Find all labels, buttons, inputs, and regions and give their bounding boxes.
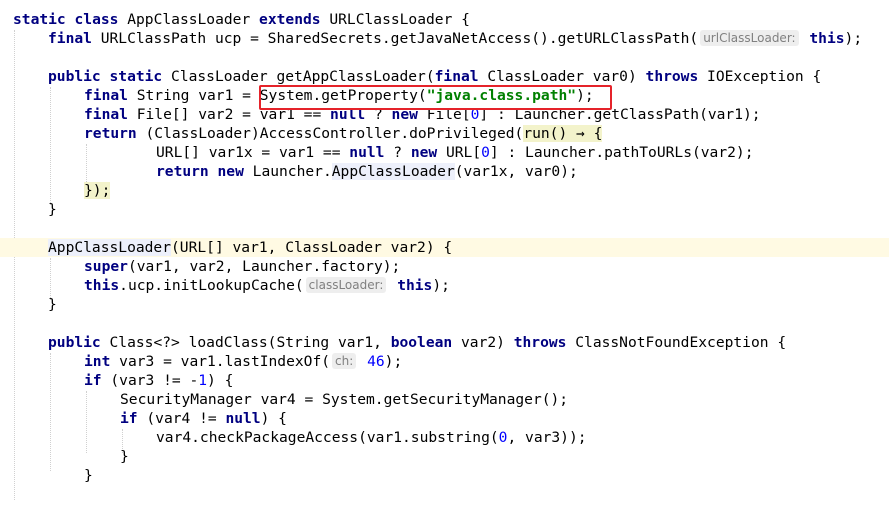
code-line-10: }); — [0, 181, 889, 200]
code-text: } — [120, 448, 129, 465]
number-literal: 0 — [481, 144, 490, 161]
code-line-20: if (var3 != -1) { — [0, 371, 889, 390]
code-line-14: super(var1, var2, Launcher.factory); — [0, 257, 889, 276]
code-text: URLClassPath ucp = SharedSecrets.getJava… — [100, 30, 699, 47]
keyword: final — [84, 106, 128, 123]
keyword: throws — [645, 68, 699, 85]
code-text: .ucp.initLookupCache( — [119, 277, 304, 294]
code-text: ClassNotFoundException { — [575, 334, 787, 351]
code-text: URL[] var1x = var1 == — [156, 144, 350, 161]
code-text: (ClassLoader)AccessController.doPrivileg… — [145, 125, 524, 142]
keyword: null — [349, 144, 385, 161]
code-line-1: static class AppClassLoader extends URLC… — [0, 10, 889, 29]
code-text: (var1, var2, Launcher.factory); — [127, 258, 401, 275]
code-text: } — [48, 201, 57, 218]
keyword: new — [410, 144, 438, 161]
keyword: public — [48, 334, 101, 351]
keyword: return — [156, 163, 209, 180]
code-line-24: } — [0, 447, 889, 466]
keyword: this — [84, 277, 120, 294]
code-text: ? — [384, 144, 411, 161]
code-line-13-current: AppClassLoader(URL[] var1, ClassLoader v… — [0, 238, 889, 257]
code-line-2: final URLClassPath ucp = SharedSecrets.g… — [0, 29, 889, 48]
code-line-25: } — [0, 466, 889, 485]
appclassloader-reference[interactable]: AppClassLoader — [331, 163, 455, 180]
code-text: Launcher. — [243, 163, 332, 180]
code-text: ); — [844, 30, 863, 47]
code-text: Class<?> loadClass(String var1, — [109, 334, 391, 351]
code-line-15: this.ucp.initLookupCache(classLoader: th… — [0, 276, 889, 295]
code-line-21: SecurityManager var4 = System.getSecurit… — [0, 390, 889, 409]
keyword: super — [84, 258, 128, 275]
keyword: final — [84, 87, 128, 104]
code-line-23: var4.checkPackageAccess(var1.substring(0… — [0, 428, 889, 447]
lambda-run[interactable]: run() → { — [523, 125, 603, 142]
code-line-18: public Class<?> loadClass(String var1, b… — [0, 333, 889, 352]
code-text: var2) — [461, 334, 505, 351]
keyword: null — [225, 410, 261, 427]
code-text: IOException { — [707, 68, 822, 85]
keyword: throws — [513, 334, 567, 351]
keyword: static class — [13, 11, 119, 28]
code-line-8: URL[] var1x = var1 == null ? new URL[0] … — [0, 143, 889, 162]
number-literal: 1 — [198, 372, 208, 389]
code-text: , var3)); — [507, 429, 587, 446]
code-line-22: if (var4 != null) { — [0, 409, 889, 428]
keyword: boolean — [390, 334, 453, 351]
keyword: extends — [259, 11, 321, 28]
keyword: int — [84, 353, 111, 370]
keyword: if — [84, 372, 102, 389]
code-text: (var1x, var0); — [454, 163, 578, 180]
code-line-16: } — [0, 295, 889, 314]
keyword: this — [397, 277, 433, 294]
code-text: } — [84, 467, 93, 484]
code-text: var3 = var1.lastIndexOf( — [119, 353, 331, 370]
code-text: } — [48, 296, 57, 313]
code-line-19: int var3 = var1.lastIndexOf(ch: 46); — [0, 352, 889, 371]
code-text: String var1 = — [136, 87, 260, 104]
number-literal: 46 — [367, 353, 385, 370]
code-line-4: public static ClassLoader getAppClassLoa… — [0, 67, 889, 86]
keyword: final — [48, 30, 92, 47]
code-editor[interactable]: static class AppClassLoader extends URLC… — [0, 0, 889, 506]
keyword: public static — [48, 68, 163, 85]
parameter-hint: classLoader: — [305, 277, 387, 293]
parameter-hint: urlClassLoader: — [700, 30, 799, 46]
code-text: (var3 != - — [110, 372, 199, 389]
code-text: (URL[] var1, ClassLoader var2) { — [171, 239, 453, 256]
code-text: ClassLoader getAppClassLoader( — [171, 68, 435, 85]
code-text: var4.checkPackageAccess(var1.substring( — [156, 429, 499, 446]
code-text: ); — [384, 353, 403, 370]
keyword: new — [217, 163, 244, 180]
code-line-11: } — [0, 200, 889, 219]
keyword: this — [809, 30, 845, 47]
keyword: return — [84, 125, 137, 142]
code-line-7: return (ClassLoader)AccessController.doP… — [0, 124, 889, 143]
keyword: final — [434, 68, 479, 85]
keyword: if — [120, 410, 138, 427]
code-text: ) { — [207, 372, 234, 389]
lambda-close: }); — [84, 182, 111, 199]
class-name: AppClassLoader — [127, 11, 251, 28]
code-text: (var4 != — [146, 410, 226, 427]
code-text: URL[ — [437, 144, 482, 161]
code-line-9: return new Launcher.AppClassLoader(var1x… — [0, 162, 889, 181]
code-text: ) { — [260, 410, 287, 427]
super-class: URLClassLoader { — [329, 11, 470, 28]
code-text: ); — [432, 277, 450, 294]
parameter-hint: ch: — [332, 353, 357, 369]
annotation-highlight-box — [259, 85, 612, 110]
code-text: ] : Launcher.pathToURLs(var2); — [489, 144, 754, 161]
code-text: SecurityManager var4 = System.getSecurit… — [120, 391, 569, 408]
constructor-name[interactable]: AppClassLoader — [48, 239, 172, 256]
code-text: ClassLoader var0) — [487, 68, 637, 85]
